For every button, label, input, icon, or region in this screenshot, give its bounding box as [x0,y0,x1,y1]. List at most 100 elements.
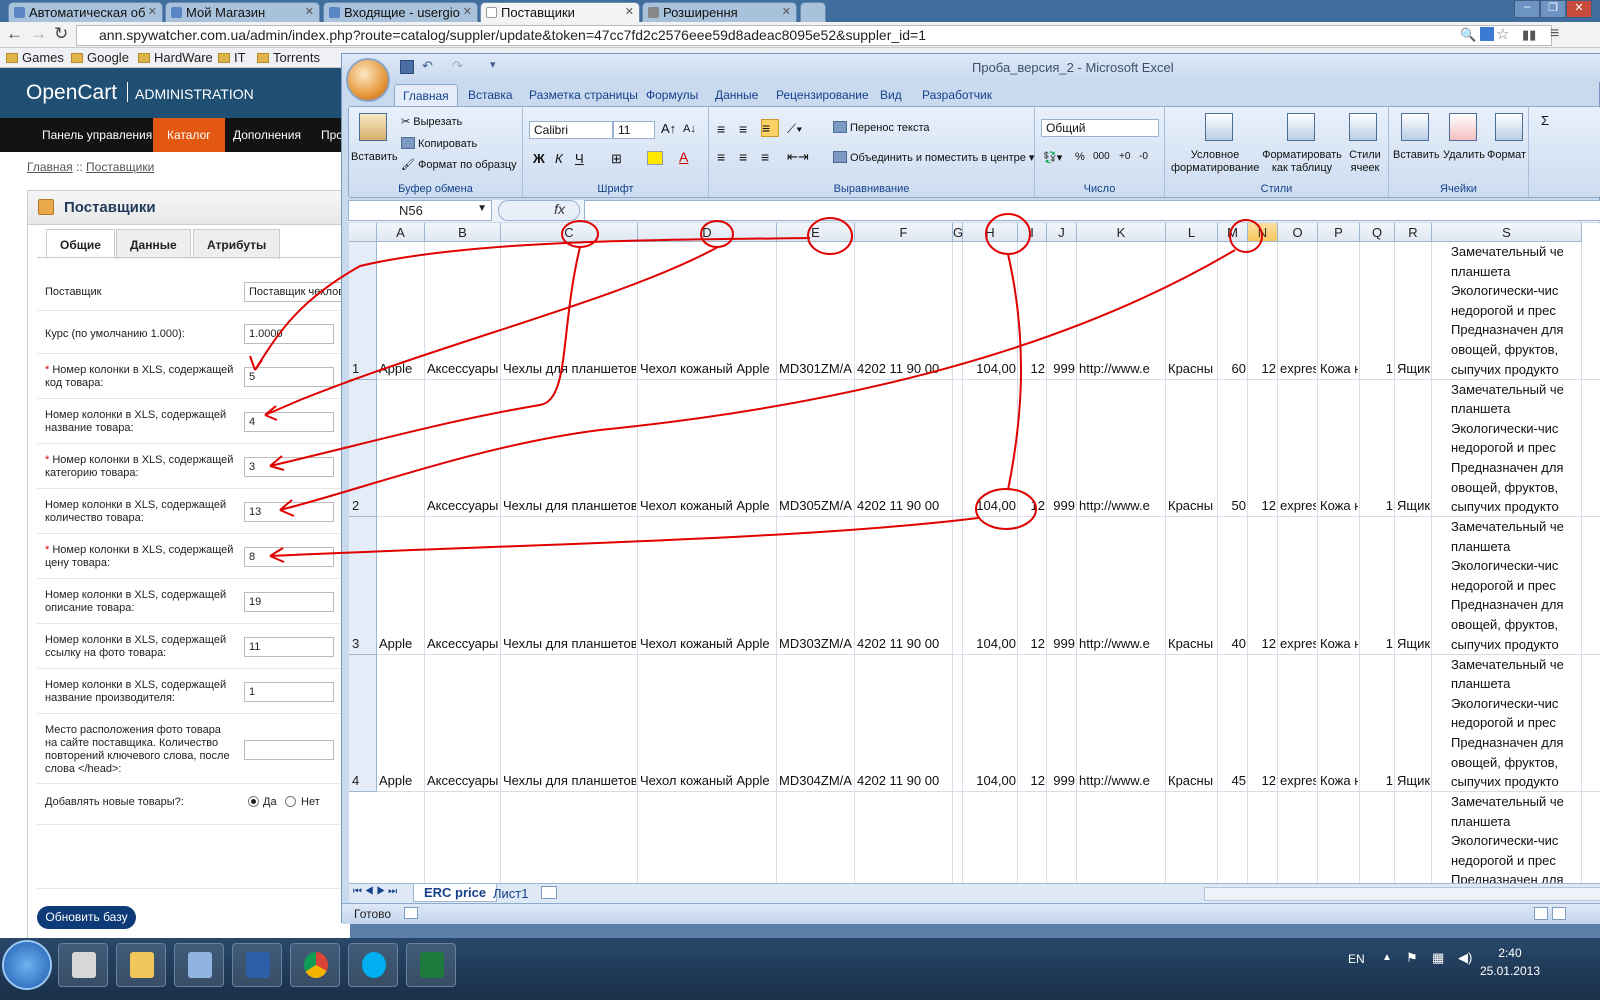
cell-S-line[interactable]: недорогой и прес [1451,853,1600,868]
cell-Q[interactable]: 1 [1362,773,1393,788]
tab-attributes[interactable]: Атрибуты [193,229,281,259]
format-as-table-button[interactable]: Форматировать как таблицу [1261,149,1343,175]
cell-S-line[interactable]: Предназначен для [1451,460,1600,475]
taskbar-app[interactable] [290,943,340,987]
merge-center-button[interactable]: Объединить и поместить в центре ▾ [833,151,1034,164]
close-icon[interactable]: ✕ [148,5,157,18]
column-header[interactable]: D [638,223,777,242]
decimal-increase-icon[interactable]: +0 [1119,151,1130,162]
taskbar-app[interactable] [348,943,398,987]
browser-tab[interactable]: Входящие - usergio ✕ [323,2,478,22]
cell-C[interactable]: Чехлы для планшетов [503,498,636,513]
column-header[interactable]: M [1218,223,1248,242]
cell-S-line[interactable]: овощей, фруктов, [1451,755,1600,770]
conditional-format-button[interactable]: Условное форматирование [1171,149,1259,175]
radio-no[interactable] [285,796,296,807]
fill-color-icon[interactable] [647,151,663,165]
radio-yes[interactable] [248,796,259,807]
quick-access-dropdown-icon[interactable]: ▾ [490,58,496,71]
browser-tab-active[interactable]: Поставщики ✕ [480,2,640,22]
orientation-icon[interactable]: ⟋▾ [787,121,802,137]
cell-F[interactable]: 4202 11 90 00 [857,773,951,788]
cell-F[interactable]: 4202 11 90 00 [857,361,951,376]
cell-H[interactable]: 104,00 [965,773,1016,788]
photo-location-input[interactable] [244,740,334,760]
cell-B[interactable]: Аксессуары [427,636,499,651]
cell-K[interactable]: http://www.e [1079,773,1164,788]
cell-E[interactable]: MD304ZM/A ( [779,773,853,788]
maximize-icon[interactable]: ❐ [1540,0,1566,18]
cell-K[interactable]: http://www.e [1079,498,1164,513]
cell-M[interactable]: 40 [1220,636,1246,651]
cell-I[interactable]: 12 [1020,773,1045,788]
thousands-button[interactable]: 000 [1093,151,1110,162]
align-top-icon[interactable]: ≡ [717,121,725,137]
delete-cells-icon[interactable] [1449,113,1477,141]
cell-S-line[interactable]: Замечательный че [1451,244,1600,259]
cell-J[interactable]: 999 [1049,498,1075,513]
supplier-name-input[interactable]: Поставщик чехлов [244,282,350,302]
taskbar-app[interactable] [174,943,224,987]
taskbar-app[interactable] [58,943,108,987]
select-all-corner[interactable] [349,223,377,242]
cell-S-line[interactable]: сыпучих продукто [1451,499,1600,514]
column-header[interactable]: K [1077,223,1166,242]
page-layout-view-icon[interactable] [1552,907,1566,920]
cell-S-line[interactable]: планшета [1451,539,1600,554]
indent-icon[interactable]: ⇤⇥ [787,149,809,165]
sheet-nav-icon[interactable]: ⏮ ◀ ▶ ⏭ [353,886,397,897]
formula-input[interactable] [584,200,1600,221]
clock[interactable]: 2:40 25.01.2013 [1480,944,1540,980]
back-icon[interactable]: ← [6,24,23,44]
menu-item-extensions[interactable]: Дополнения [233,128,301,142]
normal-view-icon[interactable] [1534,907,1548,920]
address-bar[interactable]: ann.spywatcher.com.ua/admin/index.php?ro… [76,25,1552,46]
bookmark-folder[interactable]: Torrents [257,50,320,65]
italic-button[interactable]: К [555,151,563,166]
taskbar-app[interactable] [406,943,456,987]
save-icon[interactable] [400,60,414,74]
cell-J[interactable]: 999 [1049,361,1075,376]
cell-O[interactable]: expres [1280,361,1316,376]
menu-item-more[interactable]: Про [321,128,343,142]
cell-E[interactable]: MD305ZM/A ( [779,498,853,513]
cell-S-line[interactable]: сыпучих продукто [1451,637,1600,652]
cell-Q[interactable]: 1 [1362,636,1393,651]
close-icon[interactable]: ✕ [782,5,791,18]
browser-tab[interactable]: Мой Магазин ✕ [165,2,320,22]
cell-C[interactable]: Чехлы для планшетов [503,636,636,651]
cell-styles-icon[interactable] [1349,113,1377,141]
align-right-icon[interactable]: ≡ [761,149,769,165]
undo-icon[interactable]: ↶ [422,58,433,74]
insert-cells-icon[interactable] [1401,113,1429,141]
column-header[interactable]: L [1166,223,1218,242]
cell-R[interactable]: Ящик [1397,361,1430,376]
cell-R[interactable]: Ящик [1397,636,1430,651]
format-cells-button[interactable]: Формат [1487,149,1526,161]
bookmark-folder[interactable]: Google [71,50,129,65]
photo-column-input[interactable]: 11 [244,637,334,657]
column-header[interactable]: O [1278,223,1318,242]
close-icon[interactable]: ✕ [463,5,472,18]
close-icon[interactable]: ✕ [305,5,314,18]
cell-B[interactable]: Аксессуары [427,361,499,376]
chevron-down-icon[interactable]: ▼ [477,203,487,214]
cell-N[interactable]: 12 [1250,498,1276,513]
flag-icon[interactable]: ⚑ [1406,950,1418,966]
wrap-text-button[interactable]: Перенос текста [833,121,930,134]
column-header[interactable]: B [425,223,501,242]
cell-L[interactable]: Красны [1168,773,1216,788]
cell-F[interactable]: 4202 11 90 00 [857,498,951,513]
cell-S-line[interactable]: Предназначен для [1451,735,1600,750]
number-format-select[interactable]: Общий [1041,119,1159,137]
conditional-format-icon[interactable] [1205,113,1233,141]
start-button[interactable] [2,940,52,990]
cell-S-line[interactable]: Предназначен для [1451,872,1600,883]
cell-O[interactable]: expres [1280,773,1316,788]
language-indicator[interactable]: EN [1348,952,1365,966]
redo-icon[interactable]: ↷ [452,58,463,74]
cell-Q[interactable]: 1 [1362,361,1393,376]
cell-O[interactable]: expres [1280,636,1316,651]
cell-P[interactable]: Кожа н [1320,773,1358,788]
code-column-input[interactable]: 5 [244,367,334,387]
